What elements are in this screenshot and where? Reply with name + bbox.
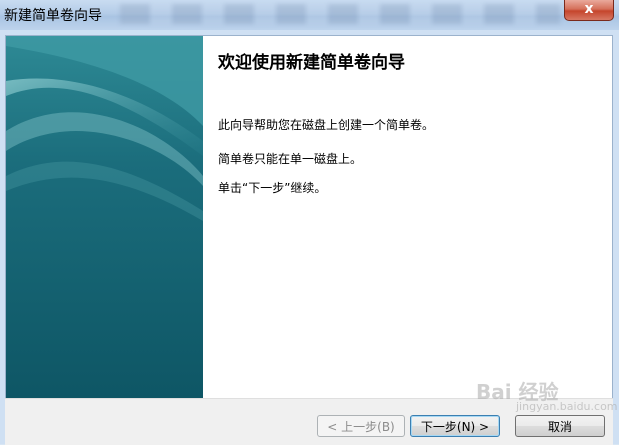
title-bar: 新建简单卷向导 x	[0, 0, 619, 30]
back-button[interactable]: < 上一步(B)	[317, 415, 405, 437]
wizard-paragraph: 简单卷只能在单一磁盘上。	[218, 152, 363, 166]
wizard-paragraph: 此向导帮助您在磁盘上创建一个简单卷。	[218, 118, 435, 132]
close-button[interactable]: x	[564, 0, 614, 21]
side-banner-graphic	[6, 36, 203, 399]
close-icon: x	[584, 1, 594, 17]
wizard-content: 欢迎使用新建简单卷向导 此向导帮助您在磁盘上创建一个简单卷。 简单卷只能在单一磁…	[5, 35, 613, 400]
cancel-button[interactable]: 取消	[515, 415, 605, 437]
wizard-paragraph: 单击“下一步”继续。	[218, 181, 327, 195]
next-button[interactable]: 下一步(N) >	[410, 415, 500, 437]
window-title: 新建简单卷向导	[4, 8, 102, 24]
wizard-text-panel: 欢迎使用新建简单卷向导 此向导帮助您在磁盘上创建一个简单卷。 简单卷只能在单一磁…	[218, 36, 608, 399]
wizard-heading: 欢迎使用新建简单卷向导	[218, 53, 405, 73]
watermark-url: jingyan.baidu.com	[516, 400, 618, 413]
blurred-background	[120, 4, 560, 24]
wizard-side-banner	[6, 36, 203, 399]
